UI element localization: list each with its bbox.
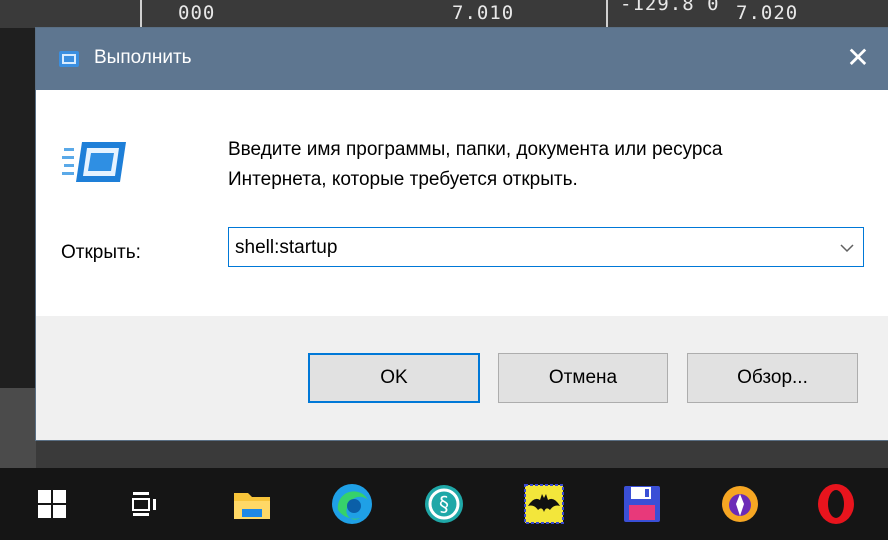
grid-cell: 7.010	[452, 2, 515, 24]
background-panel	[0, 28, 36, 388]
tor-browser-button[interactable]	[710, 468, 770, 540]
grid-cell: 7.020	[736, 2, 799, 24]
grid-divider	[140, 0, 142, 28]
instruction-text: Введите имя программы, папки, документа …	[228, 135, 868, 195]
run-dialog: Выполнить ✕ Введите имя программы, папки…	[36, 28, 888, 440]
cancel-button[interactable]: Отмена	[498, 353, 668, 403]
tor-browser-icon	[722, 486, 758, 522]
file-explorer-icon	[234, 493, 270, 519]
task-view-icon	[132, 492, 156, 516]
grid-cell: 000	[178, 2, 216, 24]
windows-start-icon	[38, 490, 66, 518]
taskbar: §	[0, 468, 888, 540]
open-combobox[interactable]: shell:startup	[228, 227, 864, 267]
start-button[interactable]	[22, 468, 82, 540]
grid-divider	[606, 0, 608, 28]
run-program-icon	[60, 136, 132, 188]
save-app-button[interactable]	[612, 468, 672, 540]
opera-button[interactable]	[806, 468, 866, 540]
instruction-line: Интернета, которые требуется открыть.	[228, 169, 578, 190]
app-button[interactable]: §	[414, 468, 474, 540]
teal-circle-app-icon: §	[425, 485, 463, 523]
task-view-button[interactable]	[115, 468, 175, 540]
batman-app-icon	[524, 484, 564, 524]
batman-app-button[interactable]	[514, 468, 574, 540]
open-input[interactable]: shell:startup	[235, 237, 337, 259]
browse-button[interactable]: Обзор...	[687, 353, 858, 403]
close-button[interactable]: ✕	[828, 28, 888, 90]
close-icon: ✕	[846, 42, 870, 73]
instruction-line: Введите имя программы, папки, документа …	[228, 139, 723, 160]
edge-button[interactable]	[322, 468, 382, 540]
opera-icon	[818, 484, 854, 524]
dialog-content: Введите имя программы, папки, документа …	[36, 90, 888, 316]
floppy-save-icon	[624, 486, 660, 522]
dialog-title: Выполнить	[94, 47, 192, 68]
file-explorer-button[interactable]	[222, 468, 282, 540]
grid-cell: -129.8 0	[620, 0, 720, 15]
edge-icon	[332, 484, 372, 524]
ok-button[interactable]: OK	[308, 353, 480, 403]
svg-text:§: §	[439, 492, 449, 516]
background-panel	[0, 388, 36, 468]
open-label: Открыть:	[61, 242, 141, 263]
chevron-down-icon[interactable]	[839, 240, 855, 256]
dialog-titlebar[interactable]: Выполнить ✕	[36, 28, 888, 90]
run-icon	[58, 50, 80, 68]
background-app-strip: 000 7.010 -129.8 0 7.020	[0, 0, 888, 28]
